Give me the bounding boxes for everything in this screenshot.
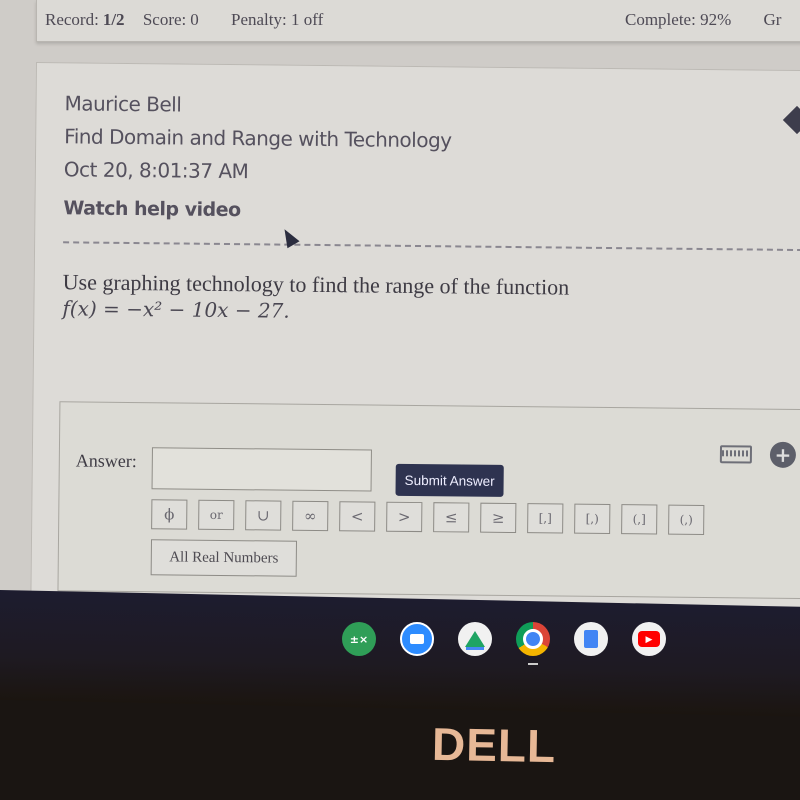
- union-button[interactable]: ∪: [245, 500, 282, 531]
- plus-icon[interactable]: +: [769, 441, 797, 468]
- timestamp: Oct 20, 8:01:37 AM: [63, 157, 249, 184]
- youtube-app-icon[interactable]: [632, 622, 666, 656]
- score-status: Score: 0: [142, 10, 199, 29]
- student-name: Maurice Bell: [64, 91, 182, 117]
- question: Use graphing technology to find the rang…: [62, 269, 569, 326]
- dell-logo: DELL: [431, 717, 557, 773]
- less-than-button[interactable]: <: [339, 501, 376, 532]
- app-dock: [342, 622, 666, 665]
- status-bar: Record: 1/2 Score: 0 Penalty: 1 off Comple…: [36, 0, 800, 42]
- symbol-toolbar: ϕ or ∪ ∞ < > ≤ ≥ [,] [,) (,] (,): [151, 499, 705, 536]
- less-equal-button[interactable]: ≤: [433, 502, 470, 533]
- screen: Record: 1/2 Score: 0 Penalty: 1 off Comple…: [0, 0, 800, 630]
- complete-status: Complete: 92%: [625, 10, 732, 29]
- zoom-app-icon[interactable]: [400, 622, 434, 656]
- assignment-title: Find Domain and Range with Technology: [64, 124, 452, 153]
- grade-status: Gr: [763, 10, 782, 29]
- penalty-status: Penalty: 1 off: [231, 10, 324, 29]
- google-docs-app-icon[interactable]: [574, 622, 608, 656]
- closed-open-interval-button[interactable]: [,): [574, 503, 611, 535]
- question-card: Maurice Bell Find Domain and Range with …: [30, 62, 800, 630]
- closed-interval-button[interactable]: [,]: [527, 503, 564, 534]
- open-interval-button[interactable]: (,): [668, 504, 705, 536]
- open-closed-interval-button[interactable]: (,]: [621, 504, 658, 535]
- google-drive-app-icon[interactable]: [458, 622, 492, 656]
- infinity-button[interactable]: ∞: [292, 500, 329, 532]
- submit-answer-button[interactable]: Submit Answer: [395, 463, 504, 497]
- question-function: f(x) = −x² − 10x − 27.: [62, 296, 290, 323]
- assignment-meta: Maurice Bell Find Domain and Range with …: [63, 87, 452, 229]
- keyboard-icon[interactable]: [719, 445, 753, 464]
- divider: [63, 241, 800, 252]
- empty-set-button[interactable]: ϕ: [151, 499, 188, 530]
- record-status: Record: 1/2: [45, 10, 125, 29]
- chrome-app-icon[interactable]: [516, 622, 550, 665]
- greater-than-button[interactable]: >: [386, 501, 423, 533]
- calculator-app-icon[interactable]: [342, 622, 376, 656]
- watch-help-video-link[interactable]: Watch help video: [63, 192, 451, 229]
- answer-input[interactable]: [151, 447, 372, 492]
- answer-label: Answer:: [75, 450, 137, 472]
- or-button[interactable]: or: [198, 499, 235, 531]
- all-real-numbers-button[interactable]: All Real Numbers: [150, 539, 298, 577]
- greater-equal-button[interactable]: ≥: [480, 502, 517, 534]
- answer-panel: Answer: Submit Answer + ϕ or ∪ ∞ < > ≤ ≥…: [57, 401, 800, 600]
